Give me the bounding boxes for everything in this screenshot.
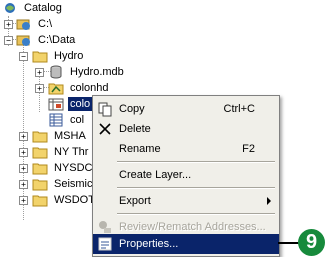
menu-item-rename[interactable]: Rename F2 (93, 138, 279, 160)
menu-item-delete[interactable]: Delete (93, 118, 279, 140)
expand-toggle-hydro-mdb[interactable]: + (35, 68, 44, 77)
tree-item-colonhd[interactable]: colonhd (48, 80, 111, 96)
tree-item-wsdot[interactable]: WSDOT (32, 192, 97, 208)
review-addresses-icon (97, 219, 113, 235)
tree-label-nysdc: NYSDC (54, 162, 93, 174)
expand-toggle-c-drive[interactable]: + (4, 20, 13, 29)
tree-label-ny: NY Thr (54, 146, 89, 158)
table-icon (48, 113, 64, 127)
properties-icon (97, 236, 113, 252)
tree-item-seismic[interactable]: Seismic (32, 176, 95, 192)
shortcut-copy: Ctrl+C (223, 103, 255, 115)
menu-item-create-layer[interactable]: Create Layer... (93, 164, 279, 186)
expand-toggle-colonhd[interactable]: + (35, 84, 44, 93)
menu-label-copy: Copy (119, 103, 145, 115)
folder-icon (32, 193, 48, 207)
shortcut-rename: F2 (242, 143, 255, 155)
menu-separator (117, 161, 275, 163)
tree-label-wsdot: WSDOT (54, 194, 95, 206)
drive-connection-icon (16, 17, 32, 31)
locator-icon (48, 97, 64, 111)
delete-icon (97, 121, 113, 137)
tree-item-catalog[interactable]: Catalog (2, 0, 64, 16)
tree-label-colonhd: colonhd (70, 82, 109, 94)
tree-label-catalog: Catalog (24, 2, 62, 14)
expand-toggle-wsdot[interactable]: + (19, 196, 28, 205)
coverage-icon (48, 81, 64, 95)
tree-label-c-drive: C:\ (38, 18, 53, 30)
folder-icon (32, 177, 48, 191)
folder-icon (32, 49, 48, 63)
menu-label-properties: Properties... (119, 238, 179, 250)
tree-label-msha: MSHA (54, 130, 86, 142)
tree-item-c-data[interactable]: C:\Data (16, 32, 77, 48)
tree-item-c-drive[interactable]: C:\ (16, 16, 54, 32)
menu-label-export: Export (119, 195, 151, 207)
callout-line (278, 242, 300, 244)
menu-item-properties[interactable]: Properties... (93, 234, 279, 254)
tree-item-nysdc[interactable]: NYSDC (32, 160, 95, 176)
menu-separator (117, 187, 275, 189)
menu-separator (117, 213, 275, 215)
folder-icon (32, 129, 48, 143)
tree-label-col-table: col (70, 114, 85, 126)
menu-label-rename: Rename (119, 143, 161, 155)
tree-item-ny[interactable]: NY Thr (32, 144, 90, 160)
menu-label-review-rematch: Review/Rematch Addresses... (119, 221, 266, 233)
submenu-arrow-icon (267, 197, 271, 205)
folder-icon (32, 161, 48, 175)
tree-item-hydro[interactable]: Hydro (32, 48, 85, 64)
folder-icon (32, 145, 48, 159)
tree-item-msha[interactable]: MSHA (32, 128, 88, 144)
expand-toggle-msha[interactable]: + (19, 132, 28, 141)
menu-label-delete: Delete (119, 123, 151, 135)
step-callout-badge: 9 (298, 229, 325, 256)
tree-item-col-table[interactable]: col (48, 112, 86, 128)
menu-item-copy[interactable]: Copy Ctrl+C (93, 98, 279, 120)
expand-toggle-nysdc[interactable]: + (19, 164, 28, 173)
tree-label-seismic: Seismic (54, 178, 93, 190)
menu-item-export[interactable]: Export (93, 190, 279, 212)
geodatabase-icon (48, 65, 64, 79)
tree-label-hydro: Hydro (54, 50, 84, 62)
collapse-toggle-c-data[interactable]: − (4, 36, 13, 45)
copy-icon (97, 101, 113, 117)
tree-item-hydro-mdb[interactable]: Hydro.mdb (48, 64, 126, 80)
tree-label-hydro-mdb: Hydro.mdb (70, 66, 124, 78)
expand-toggle-ny[interactable]: + (19, 148, 28, 157)
catalog-icon (2, 1, 18, 15)
menu-label-create-layer: Create Layer... (119, 169, 192, 181)
collapse-toggle-hydro[interactable]: − (19, 52, 28, 61)
drive-connection-icon (16, 33, 32, 47)
context-menu: Copy Ctrl+C Delete Rename F2 Create Laye… (92, 95, 280, 257)
tree-label-c-data: C:\Data (38, 34, 76, 46)
expand-toggle-seismic[interactable]: + (19, 180, 28, 189)
